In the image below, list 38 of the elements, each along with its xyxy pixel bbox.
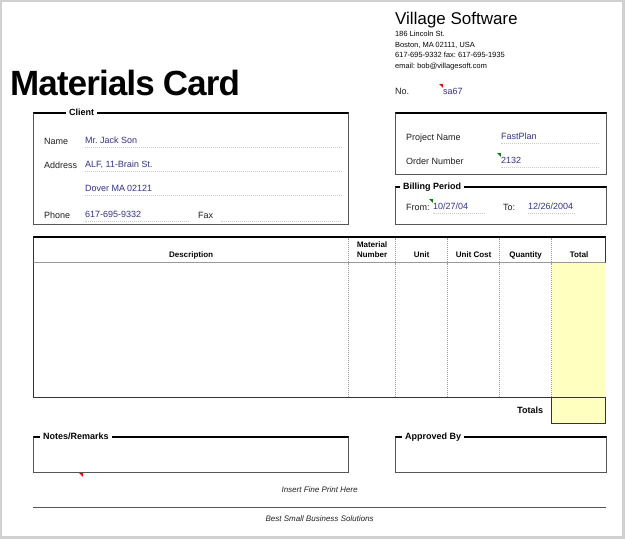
field-label: From: [406,201,430,214]
field-value: 12/26/2004 [528,201,574,211]
column-header: Material Number [356,240,388,260]
fine-print: Insert Fine Print Here [280,485,359,495]
column-header: Unit Cost [456,250,492,260]
totals-field [551,398,606,424]
group-title: Client [66,107,98,118]
group-title: Billing Period [400,181,464,192]
column-header: Quantity [509,250,542,260]
comment-marker-icon [429,199,433,203]
column-header: Total [570,250,588,260]
field-label: To: [503,201,516,214]
comment-marker-icon [497,153,501,157]
group-title: Approved By [402,431,464,442]
field-label: Address [44,159,78,172]
field-value: FastPlan [501,131,537,141]
field-label: Name [44,135,70,148]
column-header: Unit [414,250,430,260]
field-label: Phone [44,209,72,222]
totals-label: Totals [517,404,543,418]
number-label: No. [395,85,410,98]
field-value: Mr. Jack Son [85,135,138,145]
field-label: Project Name [406,131,462,144]
comment-marker-icon [439,84,444,88]
company-name: Village Software [395,9,518,29]
group-title: Notes/Remarks [40,431,112,442]
comment-marker-icon [79,473,83,477]
footer-text: Best Small Business Solutions [264,514,375,524]
field-value: 10/27/04 [433,201,468,211]
field-value: 2132 [501,155,522,165]
field-value: Dover MA 02121 [85,183,152,193]
number-value: sa67 [443,85,463,98]
field-value: ALF, 11-Brain St. [85,159,152,169]
page-title: Materials Card [10,66,240,102]
field-value: 617-695-9332 [85,209,142,219]
field-label: Fax [198,209,214,222]
column-header: Description [168,250,213,260]
field-label: Order Number [406,155,465,168]
